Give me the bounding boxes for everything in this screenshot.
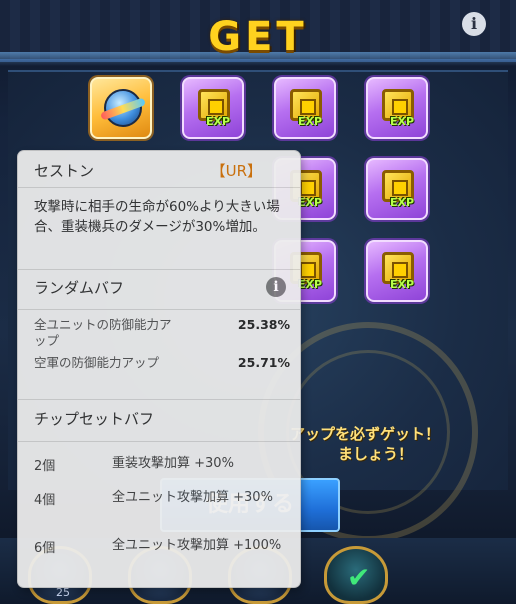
exp-label: EXP <box>298 196 323 209</box>
reward-tile-exp-chip[interactable]: EXP <box>366 77 428 139</box>
unit-medal-selected[interactable]: ✔ <box>324 546 388 604</box>
info-icon[interactable]: i <box>266 277 286 297</box>
random-buff-row: 空軍の防御能力アップ 25.71% <box>34 355 290 389</box>
divider <box>18 187 300 188</box>
exp-label: EXP <box>298 278 323 291</box>
reward-tile-exp-chip[interactable]: EXP <box>366 158 428 220</box>
set-buff-text: 重装攻撃加算 +30% <box>112 456 234 471</box>
random-buff-row: 全ユニットの防御能力アップ 25.38% <box>34 317 290 351</box>
chip-name: セストン <box>34 162 95 180</box>
reward-tile-core[interactable] <box>90 77 152 139</box>
set-buff-text: 全ユニット攻撃加算 +30% <box>112 490 273 505</box>
unit-level: 25 <box>56 586 70 599</box>
set-buff-text: 全ユニット攻撃加算 +100% <box>112 538 282 553</box>
tooltip-header: セストン 【UR】 <box>18 151 300 187</box>
buff-name: 空軍の防御能力アップ <box>34 355 160 370</box>
chip-set-title: チップセットバフ <box>34 410 155 428</box>
divider <box>18 309 300 310</box>
info-icon[interactable]: i <box>462 12 486 36</box>
get-title: GET <box>208 14 308 60</box>
buff-name: 全ユニットの防御能力アップ <box>34 317 172 348</box>
buff-value: 25.38% <box>237 317 290 332</box>
divider <box>18 441 300 442</box>
exp-label: EXP <box>390 115 415 128</box>
banner-line-2: ましょう！ <box>338 445 414 463</box>
exp-label: EXP <box>390 278 415 291</box>
banner-line-1: アップを必ずゲット！ <box>290 425 441 443</box>
chip-tooltip-panel: セストン 【UR】 攻撃時に相手の生命が60%より大きい場合、重装機兵のダメージ… <box>18 151 300 587</box>
set-count: 4個 <box>34 493 56 508</box>
divider <box>18 269 300 270</box>
exp-label: EXP <box>298 115 323 128</box>
random-buff-title: ランダムバフ <box>34 279 125 297</box>
rarity-badge: 【UR】 <box>210 162 262 180</box>
check-icon: ✔ <box>347 561 371 594</box>
reward-tile-exp-chip[interactable]: EXP <box>366 240 428 302</box>
reward-banner: アップを必ずゲット！ ましょう！ <box>290 424 508 464</box>
exp-label: EXP <box>206 115 231 128</box>
reward-tile-exp-chip[interactable]: EXP <box>274 77 336 139</box>
buff-value: 25.71% <box>237 355 290 370</box>
set-count: 2個 <box>34 459 56 474</box>
set-count: 6個 <box>34 541 56 556</box>
reward-tile-exp-chip[interactable]: EXP <box>182 77 244 139</box>
core-orb-icon <box>104 89 142 127</box>
divider <box>18 399 300 400</box>
chip-description: 攻撃時に相手の生命が60%より大きい場合、重装機兵のダメージが30%増加。 <box>34 199 280 235</box>
exp-label: EXP <box>390 196 415 209</box>
